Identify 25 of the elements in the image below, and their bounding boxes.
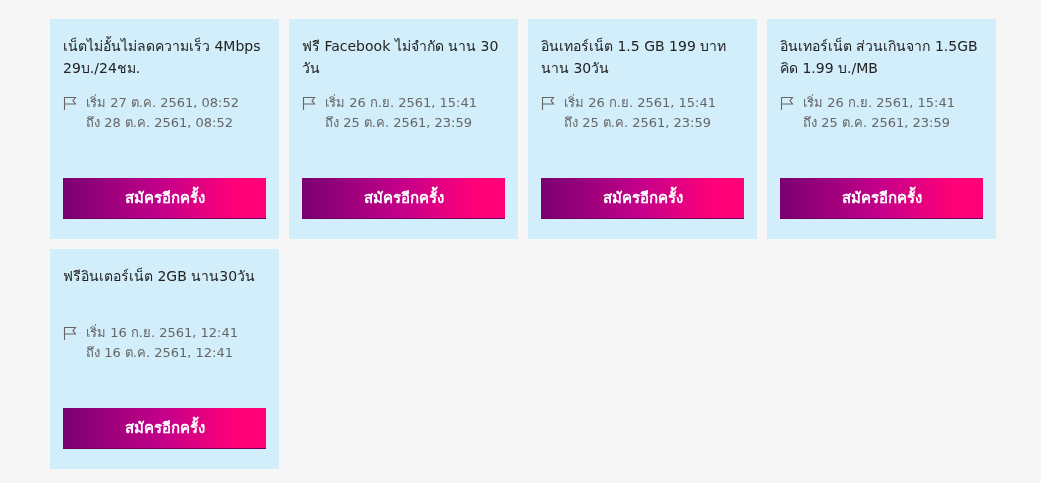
- date-text: ถึง 25 ต.ค. 2561, 23:59: [803, 114, 952, 132]
- date-text: ถึง 25 ต.ค. 2561, 23:59: [325, 114, 474, 132]
- resubscribe-button[interactable]: สมัครอีกครั้ง: [780, 178, 983, 219]
- flag-icon: [63, 326, 77, 340]
- flag-icon: [541, 96, 555, 110]
- resubscribe-button[interactable]: สมัครอีกครั้ง: [63, 178, 266, 219]
- date-text: ถึง 16 ต.ค. 2561, 12:41: [86, 344, 235, 362]
- flag-icon: [780, 96, 794, 110]
- package-title: ฟรีอินเตอร์เน็ต 2GB นาน30วัน: [63, 266, 257, 286]
- date-text: ถึง 25 ต.ค. 2561, 23:59: [564, 114, 713, 132]
- package-title: อินเทอร์เน็ต 1.5 GB 199 บาท นาน 30วัน: [541, 36, 728, 78]
- package-title: เน็ตไม่อั้นไม่ลดความเร็ว 4Mbps 29บ./24ชม.: [63, 35, 262, 78]
- date-text: เริ่ม 26 ก.ย. 2561, 15:41: [564, 93, 717, 112]
- flag-icon: [63, 96, 77, 110]
- package-title: ฟรี Facebook ไม่จำกัด นาน 30 วัน: [302, 37, 500, 78]
- resubscribe-button[interactable]: สมัครอีกครั้ง: [541, 178, 744, 219]
- package-title: อินเทอร์เน็ต ส่วนเกินจาก 1.5GB คิด 1.99 บ./MB: [780, 36, 979, 78]
- date-text: เริ่ม 26 ก.ย. 2561, 15:41: [803, 93, 956, 112]
- flag-icon: [302, 96, 316, 110]
- date-text: เริ่ม 27 ต.ค. 2561, 08:52: [86, 93, 240, 112]
- date-text: เริ่ม 26 ก.ย. 2561, 15:41: [325, 93, 478, 112]
- date-text: เริ่ม 16 ก.ย. 2561, 12:41: [86, 323, 239, 342]
- resubscribe-button[interactable]: สมัครอีกครั้ง: [302, 178, 505, 219]
- date-text: ถึง 28 ต.ค. 2561, 08:52: [86, 114, 235, 132]
- resubscribe-button[interactable]: สมัครอีกครั้ง: [63, 408, 266, 449]
